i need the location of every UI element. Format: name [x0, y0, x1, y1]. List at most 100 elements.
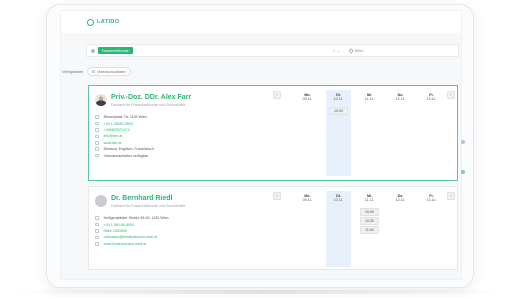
location-icon: [95, 115, 99, 119]
empty-slot: -: [326, 225, 351, 234]
avatar: [95, 94, 107, 106]
empty-slot: -: [388, 106, 413, 115]
doctor-name[interactable]: Dr. Bernhard Riedl: [111, 195, 172, 202]
empty-slot: -: [388, 243, 413, 252]
contact-text[interactable]: +436603070274: [104, 128, 130, 132]
slot-label: -: [337, 126, 340, 131]
filter-bar: Verfügbarkeit Videokonsultation: [62, 67, 131, 77]
time-slot-button[interactable]: 10:00: [357, 207, 382, 216]
day-name: Di.: [336, 194, 341, 198]
contact-text: Börsehplatz 7A, 1100 Wien: [103, 115, 147, 120]
doctor-name[interactable]: Priv.-Doz. DDr. Alex Farr: [111, 94, 191, 101]
location-field[interactable]: Wien: [348, 48, 364, 53]
slot-label: -: [306, 117, 309, 122]
empty-slot: -: [357, 142, 382, 151]
search-bar[interactable]: Frauenheilkunde × ⌄ Wien: [86, 44, 459, 57]
time-slot-button[interactable]: 10:30: [357, 216, 382, 225]
slot-label: -: [306, 218, 309, 223]
empty-slot: -: [388, 124, 413, 133]
empty-slot: -: [388, 234, 413, 243]
empty-slot: -: [388, 151, 413, 160]
location-icon: [95, 216, 99, 220]
contact-list: Börsehplatz 7A, 1100 Wien +43 1 28450-550…: [95, 114, 154, 159]
empty-slot: -: [357, 151, 382, 160]
empty-slot: -: [295, 216, 320, 225]
slot-label: -: [368, 144, 371, 149]
day-column: Do. 12.11. - - - - - -: [388, 90, 413, 176]
empty-slot: -: [419, 115, 444, 124]
empty-slot: -: [388, 133, 413, 142]
day-column: Mo. 09.11. - - - - -: [295, 191, 320, 267]
day-name: Mo.: [304, 194, 311, 198]
day-column: Mo. 09.11. - - - - - -: [295, 90, 320, 176]
slot-label: -: [306, 144, 309, 149]
contact-text[interactable]: ordination@kinderwunsch-riedl.at: [104, 235, 157, 239]
empty-slot: -: [326, 151, 351, 160]
schedule-prev-button[interactable]: ‹: [273, 192, 281, 200]
empty-slot: -: [419, 225, 444, 234]
slot-label: -: [430, 227, 433, 232]
slot-label: -: [399, 227, 402, 232]
doctor-card[interactable]: Dr. Bernhard Riedl Facharzt für Frauenhe…: [88, 186, 458, 270]
logo[interactable]: LATIDO: [87, 18, 120, 26]
contact-text[interactable]: www.kinderwunsch-riedl.at: [104, 242, 147, 246]
filter-video-label: Videokonsultation: [97, 69, 126, 74]
phone-icon: [95, 229, 99, 233]
empty-slot: -: [357, 115, 382, 124]
phone-icon: [95, 222, 99, 227]
empty-slot: -: [419, 207, 444, 216]
contact-text[interactable]: +43 1 28450-5500: [104, 122, 133, 126]
empty-slot: -: [419, 216, 444, 225]
empty-slot: -: [419, 243, 444, 252]
slot-label: -: [399, 209, 402, 214]
contact-text: Videokonsultation verfügbar: [103, 153, 149, 158]
mail-icon: [95, 235, 99, 240]
video-icon: [95, 153, 99, 158]
header: LATIDO: [61, 11, 461, 33]
empty-slot: -: [419, 142, 444, 151]
empty-slot: -: [388, 207, 413, 216]
day-column: Fr. 13.11. - - - - - -: [419, 90, 444, 176]
filter-availability[interactable]: Verfügbarkeit: [62, 70, 83, 74]
specialty-chip[interactable]: Frauenheilkunde: [98, 47, 133, 54]
time-slot-button[interactable]: 11:00: [357, 225, 382, 234]
logo-icon: [87, 18, 94, 26]
slot-label: -: [399, 144, 402, 149]
contact-item[interactable]: www.kinderwunsch-riedl.at: [95, 241, 168, 247]
empty-slot: -: [326, 216, 351, 225]
slot-label: -: [306, 209, 309, 214]
contact-text[interactable]: 0664 1830508: [104, 229, 127, 233]
empty-slot: -: [419, 106, 444, 115]
day-column: Do. 12.11. - - - - -: [388, 191, 413, 267]
doctor-card[interactable]: Priv.-Doz. DDr. Alex Farr Facharzt für F…: [88, 85, 458, 181]
map-marker-icon[interactable]: [461, 140, 465, 144]
empty-slot: -: [295, 124, 320, 133]
time-slot-button[interactable]: 10:00: [326, 106, 351, 115]
search-controls[interactable]: × ⌄: [333, 48, 340, 53]
logo-text: LATIDO: [97, 19, 120, 25]
empty-slot: -: [295, 234, 320, 243]
slot-label: -: [337, 153, 340, 158]
schedule-prev-button[interactable]: ‹: [273, 91, 281, 99]
contact-text[interactable]: +43 1 360 66-8900: [104, 223, 134, 227]
doctor-specialty: Facharzt für Frauenheilkunde und Geburts…: [111, 203, 186, 208]
filter-video-chip[interactable]: Videokonsultation: [87, 67, 131, 77]
empty-slot: -: [388, 225, 413, 234]
globe-icon: [95, 140, 99, 145]
contact-text[interactable]: www.farr.at: [104, 141, 122, 145]
slot-label: -: [430, 245, 433, 250]
empty-slot: -: [388, 216, 413, 225]
day-name: Mi.: [367, 194, 372, 198]
empty-slot: -: [326, 115, 351, 124]
slot-label: -: [430, 135, 433, 140]
contact-text[interactable]: info@farr.at: [104, 134, 123, 138]
empty-slot: -: [295, 106, 320, 115]
appointment-schedule: Mo. 09.11. - - - - - Di. 10.11. - - - - - Mi. 11.11. 10:…: [295, 191, 450, 267]
slot-label: -: [337, 144, 340, 149]
empty-slot: -: [295, 133, 320, 142]
slot-label: -: [399, 153, 402, 158]
slot-label: -: [430, 218, 433, 223]
slot-label: -: [430, 209, 433, 214]
map-marker-icon[interactable]: [461, 170, 465, 174]
day-column: Mi. 11.11. - - - - - -: [357, 90, 382, 176]
